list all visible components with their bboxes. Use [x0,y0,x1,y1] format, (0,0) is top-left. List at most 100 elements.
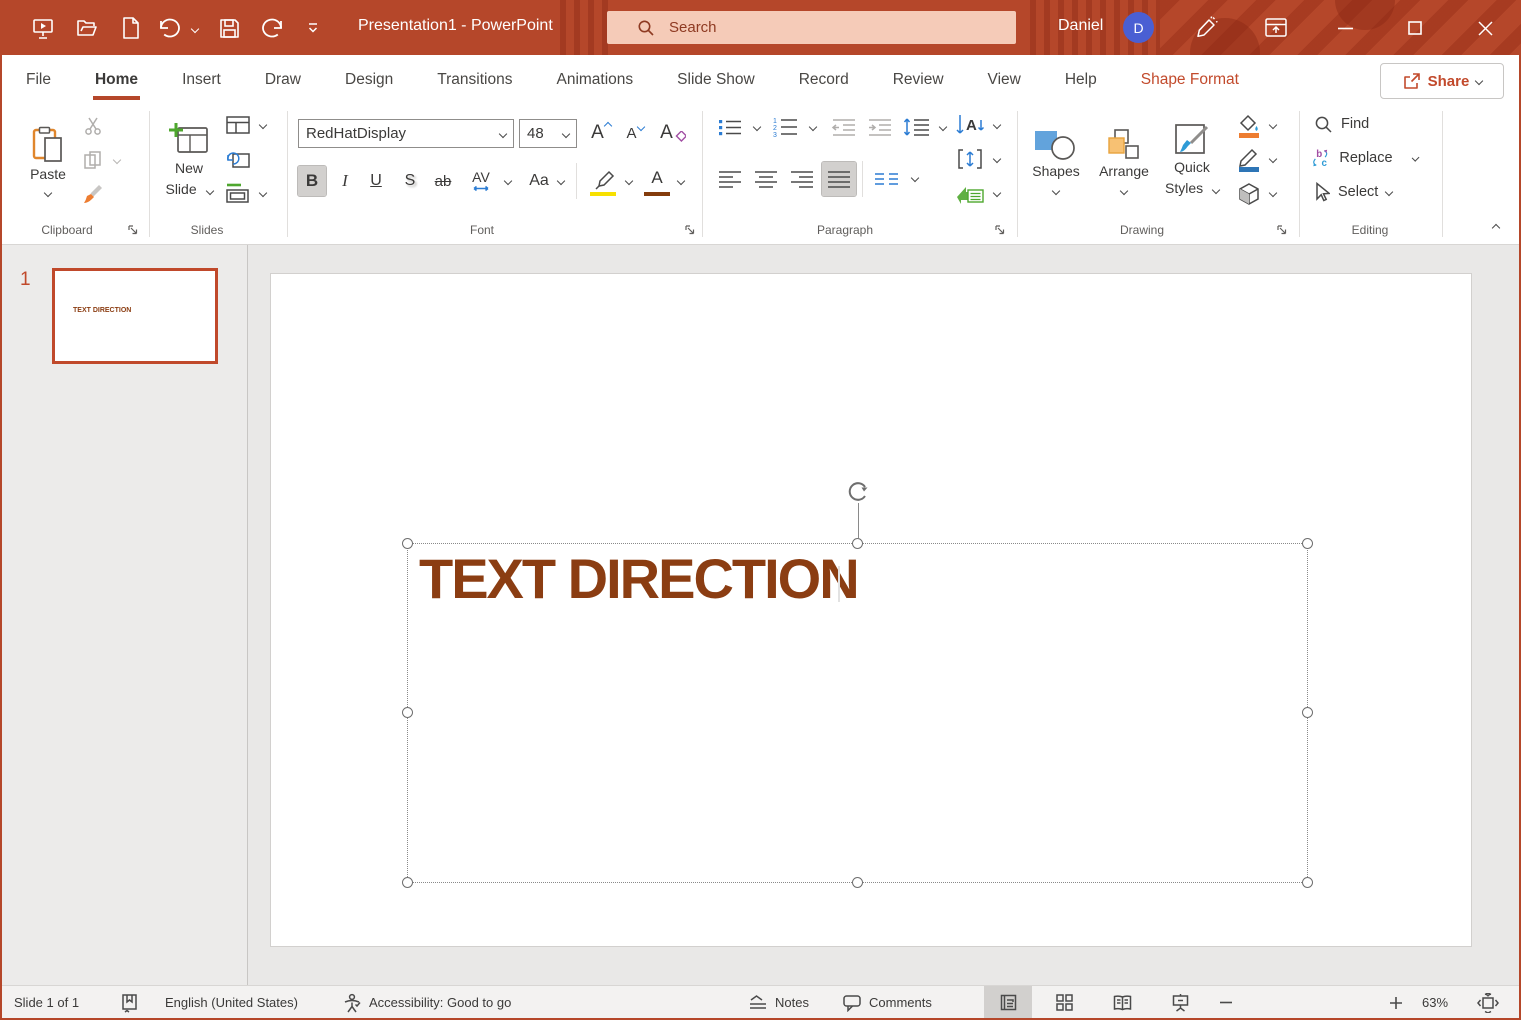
accessibility-checker[interactable]: Accessibility: Good to go [342,986,511,1019]
align-text-button[interactable] [952,145,988,173]
customize-qat-button[interactable] [302,18,324,38]
bullets-button[interactable] [714,114,746,140]
tab-home[interactable]: Home [93,71,140,89]
search-box[interactable]: Search [607,11,1016,44]
shape-effects-dropdown[interactable] [1266,186,1280,200]
paragraph-dialog-launcher[interactable] [993,223,1007,237]
tab-insert[interactable]: Insert [180,71,223,89]
numbering-button[interactable]: 123 [768,114,802,140]
bullets-dropdown[interactable] [750,120,764,134]
slide-layout-button[interactable] [224,113,252,137]
align-center-button[interactable] [750,164,782,194]
save-button[interactable] [214,14,244,42]
text-highlight-button[interactable] [586,163,620,199]
drawing-dialog-launcher[interactable] [1275,223,1289,237]
shape-fill-dropdown[interactable] [1266,118,1280,132]
copy-dropdown[interactable] [110,153,124,167]
change-case-button[interactable]: Aa [522,166,556,196]
grow-font-button[interactable]: A [585,117,617,149]
decrease-indent-button[interactable] [828,114,860,140]
open-file-button[interactable] [72,14,102,42]
font-name-combo[interactable]: RedHatDisplay [298,119,514,148]
collapse-ribbon-button[interactable] [1484,218,1508,238]
change-case-dropdown[interactable] [554,174,568,188]
paste-button[interactable]: Paste [22,111,74,211]
tab-view[interactable]: View [986,71,1023,89]
rotate-handle-icon[interactable] [846,479,871,504]
undo-button[interactable] [152,14,186,42]
start-slideshow-button[interactable] [28,14,58,42]
columns-dropdown[interactable] [908,171,922,185]
user-name[interactable]: Daniel [1058,17,1103,35]
font-size-combo[interactable]: 48 [519,119,577,148]
clipboard-dialog-launcher[interactable] [126,223,140,237]
fit-slide-to-window-button[interactable] [1470,986,1506,1019]
close-button[interactable] [1463,13,1507,43]
tab-file[interactable]: File [24,71,53,89]
language-indicator[interactable]: English (United States) [165,986,298,1019]
ribbon-display-options-icon[interactable] [1258,13,1294,43]
character-spacing-dropdown[interactable] [501,174,515,188]
select-button[interactable]: Select [1308,178,1408,206]
selection-handle-w[interactable] [402,707,413,718]
new-file-button[interactable] [116,14,146,42]
line-spacing-button[interactable] [900,114,934,140]
cut-button[interactable] [80,113,106,139]
tab-help[interactable]: Help [1063,71,1099,89]
maximize-button[interactable] [1393,13,1437,43]
justify-button[interactable] [822,162,856,196]
shape-effects-button[interactable] [1232,179,1266,209]
underline-button[interactable]: U [362,166,390,196]
strikethrough-button[interactable]: ab [428,166,458,196]
shape-fill-button[interactable] [1232,111,1266,141]
align-right-button[interactable] [786,164,818,194]
comments-toggle[interactable]: Comments [842,986,932,1019]
copy-button[interactable] [80,147,106,173]
minimize-button[interactable] [1323,13,1367,43]
shape-outline-dropdown[interactable] [1266,152,1280,166]
shapes-button[interactable]: Shapes [1028,111,1084,211]
tab-transitions[interactable]: Transitions [435,71,514,89]
quick-styles-button[interactable]: Quick Styles [1160,111,1224,211]
text-direction-dropdown[interactable] [990,118,1004,132]
shrink-font-button[interactable]: A [619,117,651,149]
selection-handle-ne[interactable] [1302,538,1313,549]
find-button[interactable]: Find [1308,110,1400,138]
spell-check-button[interactable] [120,986,139,1019]
tab-design[interactable]: Design [343,71,395,89]
undo-dropdown[interactable] [188,22,202,36]
zoom-out-button[interactable] [1216,986,1236,1019]
slideshow-view-button[interactable] [1158,986,1202,1019]
section-button[interactable] [224,181,252,205]
selection-handle-n[interactable] [852,538,863,549]
whats-new-icon[interactable] [1188,13,1224,43]
align-left-button[interactable] [714,164,746,194]
italic-button[interactable]: I [332,166,358,196]
numbering-dropdown[interactable] [806,120,820,134]
reset-slide-button[interactable] [224,147,252,171]
selection-handle-s[interactable] [852,877,863,888]
convert-smartart-dropdown[interactable] [990,186,1004,200]
notes-toggle[interactable]: Notes [748,986,809,1019]
text-shadow-button[interactable]: S [396,166,424,196]
tab-animations[interactable]: Animations [554,71,635,89]
tab-shape-format[interactable]: Shape Format [1139,71,1241,89]
text-direction-button[interactable]: A [952,111,988,139]
section-dropdown[interactable] [256,186,270,200]
align-text-dropdown[interactable] [990,152,1004,166]
selection-handle-e[interactable] [1302,707,1313,718]
share-button[interactable]: Share [1380,63,1504,99]
slide-indicator[interactable]: Slide 1 of 1 [14,986,79,1019]
user-avatar[interactable]: D [1123,12,1154,43]
new-slide-button[interactable]: New Slide [158,111,220,211]
selection-handle-nw[interactable] [402,538,413,549]
font-dialog-launcher[interactable] [683,223,697,237]
shape-outline-button[interactable] [1232,145,1266,175]
tab-review[interactable]: Review [891,71,946,89]
selection-handle-sw[interactable] [402,877,413,888]
tab-draw[interactable]: Draw [263,71,303,89]
text-highlight-dropdown[interactable] [622,174,636,188]
redo-button[interactable] [256,14,290,42]
clear-formatting-button[interactable]: A [655,117,691,149]
tab-slide-show[interactable]: Slide Show [675,71,757,89]
